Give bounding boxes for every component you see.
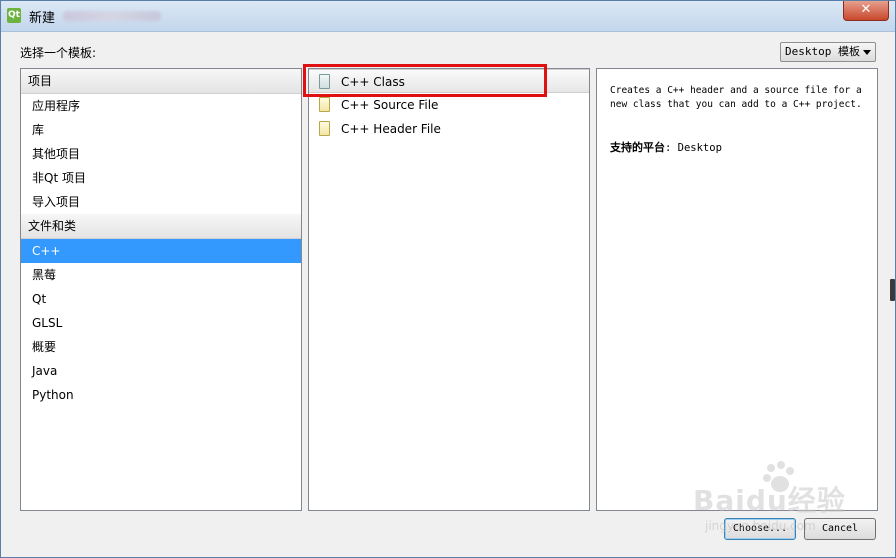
category-item[interactable]: 导入项目 [21,190,301,214]
choose-button[interactable]: Choose... [724,518,796,540]
description-panel: Creates a C++ header and a source file f… [596,68,878,511]
category-group-header: 文件和类 [21,214,301,239]
window-title: 新建 [29,11,56,26]
template-label: C++ Header File [341,122,441,136]
new-dialog-window: Qt 新建 ✕ 选择一个模板: Desktop 模板 项目 应用程序 库 其他项… [0,0,896,558]
annotation-highlight-box [303,64,547,97]
supported-platforms: 支持的平台: Desktop [610,139,722,155]
choose-template-label: 选择一个模板: [20,46,97,60]
template-description: Creates a C++ header and a source file f… [610,85,862,110]
template-list[interactable]: C++ Class C++ Source File C++ Header Fil… [308,68,590,511]
category-item[interactable]: Qt [21,287,301,311]
template-item[interactable]: C++ Header File [309,117,589,141]
title-bar[interactable]: Qt 新建 ✕ [1,1,895,32]
category-item[interactable]: Python [21,383,301,407]
template-filter-dropdown[interactable]: Desktop 模板 [780,42,876,62]
dropdown-arrow-icon [863,50,871,55]
category-list[interactable]: 项目 应用程序 库 其他项目 非Qt 项目 导入项目 文件和类 C++ 黑莓 Q… [20,68,302,511]
category-item[interactable]: 概要 [21,335,301,359]
template-filter-value: Desktop 模板 [785,45,860,58]
cancel-button[interactable]: Cancel [804,518,876,540]
category-item[interactable]: Java [21,359,301,383]
source-file-icon [319,97,330,112]
platform-value: : Desktop [665,142,722,154]
category-item[interactable]: 黑莓 [21,263,301,287]
category-item[interactable]: 其他项目 [21,142,301,166]
category-item[interactable]: 非Qt 项目 [21,166,301,190]
category-item[interactable]: 库 [21,118,301,142]
resize-edge [890,279,895,301]
platform-label: 支持的平台 [610,141,665,154]
category-item[interactable]: 应用程序 [21,94,301,118]
close-button[interactable]: ✕ [843,1,889,21]
template-label: C++ Source File [341,98,439,112]
category-item-selected[interactable]: C++ [21,239,301,263]
qt-logo-icon: Qt [7,8,21,23]
category-group-header: 项目 [21,69,301,94]
blurred-title-text [63,11,161,21]
header-file-icon [319,121,330,136]
category-item[interactable]: GLSL [21,311,301,335]
